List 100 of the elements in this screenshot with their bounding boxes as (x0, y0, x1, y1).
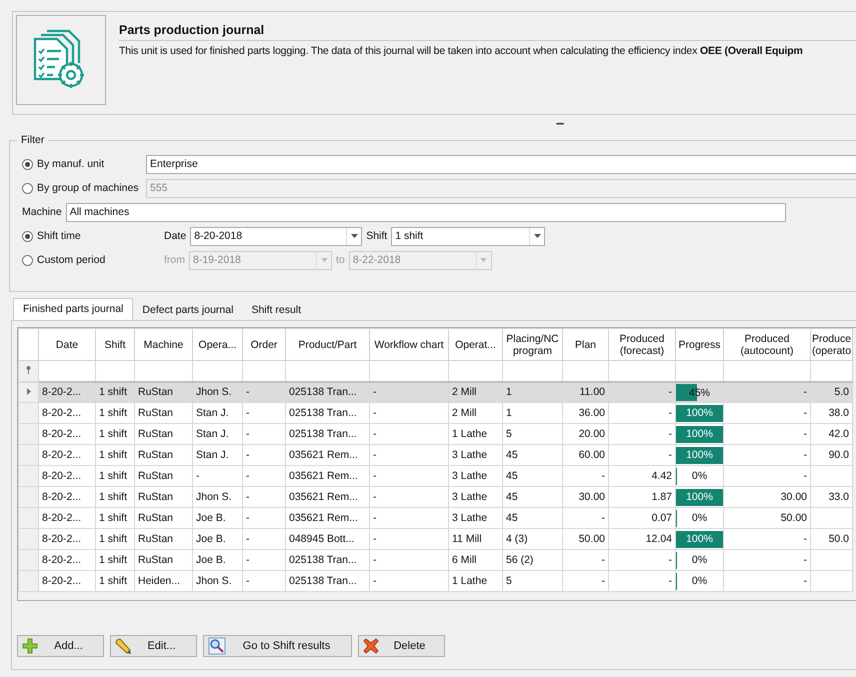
radio-option[interactable]: By manuf. unit (22, 158, 142, 170)
table-cell: 025138 Tran... (289, 554, 357, 566)
column-header[interactable]: Plan (562, 328, 608, 360)
table-cell: 50.00 (780, 512, 807, 524)
table-cell: - (373, 554, 376, 566)
tab[interactable]: Finished parts journal (13, 298, 134, 320)
tab[interactable]: Defect parts journal (133, 301, 242, 320)
table-cell: - (246, 449, 250, 461)
table-cell: - (373, 512, 376, 524)
table-cell: 11 Mill (452, 533, 482, 545)
table-cell: Stan J. (196, 428, 229, 440)
table-cell: 50.00 (578, 533, 605, 545)
table-cell: 035621 Rem... (289, 449, 358, 461)
column-header[interactable]: Opera... (192, 328, 242, 360)
table-row[interactable]: 8-20-2... 1 shift Heiden... Jhon S. - 025138 Tran... - 1 Lathe 5 - - 0% - (18, 570, 852, 592)
table-cell: 8-20-2... (42, 449, 82, 461)
caret-icon (350, 234, 358, 238)
unit-field[interactable]: Enterprise (146, 154, 856, 174)
table-row[interactable]: 8-20-2... 1 shift RuStan Joe B. - 035621 Rem... - 3 Lathe 45 - 0.07 0% 50.00 (18, 508, 852, 528)
toolbar-button[interactable]: Add... (17, 635, 104, 657)
table-cell: 56 (2) (506, 554, 534, 566)
column-header[interactable]: Produce (operato (810, 328, 852, 360)
table-cell: - (246, 470, 250, 482)
caret-icon (480, 258, 488, 262)
table-cell: RuStan (138, 533, 174, 545)
table-cell: 1 shift (99, 554, 128, 566)
table-cell: - (373, 470, 376, 482)
caret-icon (320, 258, 328, 262)
table-cell: 20.00 (578, 428, 605, 440)
table-row[interactable]: 8-20-2... 1 shift RuStan Joe B. - 025138 Tran... - 6 Mill 56 (2) - - 0% - (18, 550, 852, 570)
table-cell: - (668, 386, 672, 398)
table-cell: - (804, 386, 807, 398)
table-cell: - (196, 470, 200, 482)
table-cell: - (668, 407, 672, 419)
toolbar-button[interactable]: Edit... (110, 635, 197, 657)
table-cell: 60.00 (578, 449, 605, 461)
table-cell: 1 shift (99, 386, 128, 398)
progress-label: 0% (690, 469, 708, 483)
progress-label: 0% (690, 574, 708, 588)
column-header[interactable]: Operat... (448, 328, 502, 360)
table-cell: 1 Lathe (452, 575, 488, 587)
table-cell: Joe B. (196, 512, 226, 524)
column-header[interactable]: Produced (forecast) (608, 328, 676, 360)
table-cell: 8-20-2... (42, 575, 82, 587)
table-row[interactable]: 8-20-2... 1 shift RuStan Stan J. - 035621 Rem... - 3 Lathe 45 60.00 - 100% - 90.0 (18, 444, 852, 466)
progress-label: 100% (685, 427, 714, 441)
table-cell: - (246, 554, 250, 566)
table-cell: 50.0 (828, 533, 849, 545)
column-header[interactable]: Workflow chart (370, 328, 448, 360)
table-cell: RuStan (138, 386, 174, 398)
table-row[interactable]: 8-20-2... 1 shift RuStan Joe B. - 048945 Bott... - 11 Mill 4 (3) 50.00 12.04 100% - 50.0 (18, 528, 852, 550)
table-cell: 2 Mill (452, 386, 477, 398)
table-cell: 035621 Rem... (289, 491, 358, 503)
machine-field[interactable]: All machines (66, 202, 786, 222)
table-cell: - (246, 491, 250, 503)
table-cell: 025138 Tran... (289, 386, 357, 398)
column-header[interactable]: Machine (134, 328, 192, 360)
toolbar-button[interactable]: Delete (358, 635, 445, 657)
progress-label: 100% (685, 490, 714, 504)
table-row[interactable]: 8-20-2... 1 shift RuStan Jhon S. - 035621 Rem... - 3 Lathe 45 30.00 1.87 100% 30.00 33.0 (18, 486, 852, 508)
column-header[interactable]: Placing/NC program (502, 328, 562, 360)
table-cell: 8-20-2... (42, 386, 82, 398)
column-header[interactable]: Date (38, 328, 96, 360)
table-cell: 8-20-2... (42, 407, 82, 419)
radio-option[interactable]: Shift time (22, 230, 160, 242)
table-row[interactable]: 8-20-2... 1 shift RuStan - - 035621 Rem... - 3 Lathe 45 - 4.42 0% - (18, 466, 852, 486)
table-cell: - (804, 470, 807, 482)
column-header[interactable]: Shift (96, 328, 134, 360)
table-cell: 30.00 (780, 491, 807, 503)
column-header[interactable]: Product/Part (286, 328, 370, 360)
toolbar-button[interactable]: Go to Shift results (203, 635, 352, 657)
table-cell: - (602, 554, 605, 566)
machine-label: Machine (22, 206, 62, 218)
table-cell: 048945 Bott... (289, 533, 354, 545)
table-cell: Jhon S. (196, 491, 232, 503)
table-cell: 45 (506, 449, 518, 461)
table-row[interactable]: 8-20-2... 1 shift RuStan Stan J. - 025138 Tran... - 1 Lathe 5 20.00 - 100% - 42.0 (18, 424, 852, 444)
panel-title: Parts production journal (119, 23, 856, 41)
table-cell: - (246, 575, 250, 587)
shift-dropdown[interactable]: 1 shift (391, 226, 546, 246)
table-cell: 45 (506, 470, 518, 482)
to-label: to (336, 254, 345, 266)
radio-option[interactable]: Custom period (22, 254, 160, 266)
column-header[interactable]: Order (242, 328, 286, 360)
table-cell: - (668, 449, 672, 461)
table-cell: 33.0 (828, 491, 849, 503)
table-cell: 8-20-2... (42, 428, 82, 440)
table-cell: 1 shift (99, 428, 128, 440)
table-cell: - (246, 407, 250, 419)
table-row[interactable]: 8-20-2... 1 shift RuStan Stan J. - 025138 Tran... - 2 Mill 1 36.00 - 100% - 38.0 (18, 402, 852, 424)
date-label: Date (164, 230, 186, 242)
table-cell: 025138 Tran... (289, 575, 357, 587)
radio-label: Custom period (37, 254, 106, 266)
column-header[interactable]: Produced (autocount) (724, 328, 810, 360)
column-header[interactable]: Progress (676, 328, 724, 360)
date-dropdown[interactable]: 8-20-2018 (190, 226, 362, 246)
progress-label: 0% (690, 511, 708, 525)
tab[interactable]: Shift result (242, 301, 310, 320)
filter-pin-icon (26, 366, 31, 374)
table-cell: 5 (506, 575, 512, 587)
